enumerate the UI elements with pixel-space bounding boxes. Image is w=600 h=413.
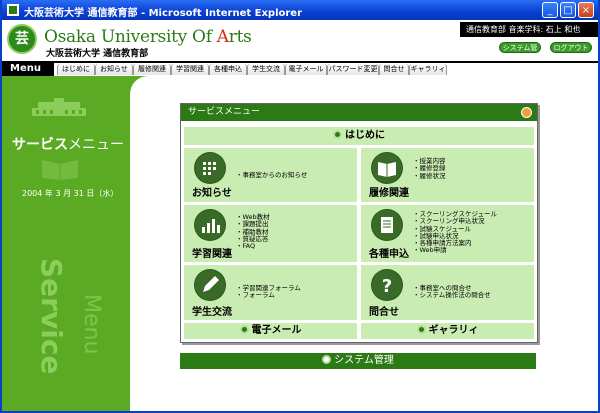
browser-window: 大阪芸術大学 通信教育部 - Microsoft Internet Explor… (0, 0, 600, 413)
book-open-icon (371, 152, 403, 184)
nav-item-contact[interactable]: 問合せ (379, 64, 409, 75)
menu-cell-contact[interactable]: ? 問合せ ・事務室への問合せ ・システム操作法の問合せ (361, 265, 534, 320)
nav-item-password[interactable]: パスワード変更 (327, 64, 379, 75)
minimize-button[interactable]: _ (542, 2, 558, 18)
title-bar[interactable]: 大阪芸術大学 通信教育部 - Microsoft Internet Explor… (2, 0, 598, 20)
bullet-icon (239, 325, 249, 334)
nav-item-news[interactable]: お知らせ (95, 64, 133, 75)
intro-button[interactable]: はじめに (184, 127, 534, 145)
app-icon (7, 4, 19, 16)
university-logo[interactable]: 芸 (7, 24, 37, 54)
chart-icon (194, 209, 226, 241)
current-date: 2004 年 3 月 31 日（水） (22, 189, 119, 198)
nav-item-courses[interactable]: 履修関連 (133, 64, 171, 75)
menu-cell-label: お知らせ (192, 188, 232, 199)
menu-cell-list: ・事務室への問合せ ・システム操作法の問合せ (413, 284, 491, 300)
nav-menu-label: Menu (2, 63, 54, 76)
maximize-button[interactable]: □ (560, 2, 576, 18)
menu-cell-apply[interactable]: 各種申込 ・スクーリングスケジュール ・スクーリング申込状況 ・試験スケジュール… (361, 205, 534, 262)
sidebar-title: サービスメニュー (12, 137, 124, 153)
menu-cell-label: 学生交流 (192, 307, 232, 318)
close-button[interactable]: × (578, 2, 594, 18)
content-corner (130, 76, 598, 96)
window-title: 大阪芸術大学 通信教育部 - Microsoft Internet Explor… (24, 8, 303, 19)
watermark-menu: Menu (79, 294, 104, 355)
menu-cell-news[interactable]: お知らせ ・事務室からのお知らせ (184, 148, 357, 202)
gallery-button[interactable]: ギャラリィ (361, 323, 534, 339)
nav-item-gallery[interactable]: ギャラリィ (409, 64, 447, 75)
nav-item-exchange[interactable]: 学生交流 (247, 64, 285, 75)
svg-text:?: ? (382, 276, 392, 297)
building-icon (32, 98, 86, 116)
menu-cell-list: ・学習関連フォーラム ・フォーラム (236, 284, 301, 300)
menu-cell-label: 各種申込 (369, 249, 409, 260)
question-icon: ? (371, 269, 403, 301)
system-admin-button[interactable]: システム管理 (499, 42, 541, 62)
menu-cell-exchange[interactable]: 学生交流 ・学習関連フォーラム ・フォーラム (184, 265, 357, 320)
menu-cell-list: ・授業内容 ・履修登録 ・履修状況 (413, 157, 446, 180)
menu-cell-label: 問合せ (369, 307, 399, 318)
logout-button[interactable]: ログアウト (550, 42, 592, 53)
menu-cell-list: ・事務室からのお知らせ (236, 171, 308, 179)
nav-item-study[interactable]: 学習関連 (171, 64, 209, 75)
nav-bar: Menu はじめに お知らせ 履修関連 学習関連 各種申込 学生交流 電子メール… (2, 61, 598, 76)
menu-cell-list: ・Web教材 ・課題提出 ・補助教材 ・質疑応答 ・FAQ (236, 213, 270, 251)
bullet-icon (333, 130, 342, 139)
panel-title: サービスメニュー (181, 104, 537, 121)
system-admin-bar[interactable]: システム管理 (180, 353, 536, 369)
menu-cell-list: ・スクーリングスケジュール ・スクーリング申込状況 ・試験スケジュール ・試験申… (413, 210, 498, 255)
university-name-jp: 大阪芸術大学 通信教育部 (46, 49, 149, 59)
university-name-en: Osaka University Of Arts (44, 27, 252, 47)
nav-item-intro[interactable]: はじめに (57, 64, 95, 75)
service-menu-panel: サービスメニュー はじめに お知らせ ・事務室からのお知らせ 履修関連 ・授業内… (180, 103, 538, 343)
email-button[interactable]: 電子メール (184, 323, 357, 339)
pen-icon (194, 269, 226, 301)
user-info: 通信教育部 音楽学科: 石上 和也 (460, 22, 598, 37)
menu-cell-label: 学習関連 (192, 249, 232, 260)
nav-item-email[interactable]: 電子メール (285, 64, 327, 75)
book-icon (42, 160, 78, 180)
document-icon (371, 209, 403, 241)
watermark-service: Service (35, 258, 68, 375)
bullet-icon (322, 355, 332, 364)
bullet-icon (416, 325, 426, 334)
sidebar: サービスメニュー 2004 年 3 月 31 日（水） Service Menu (2, 76, 130, 411)
nav-item-apply[interactable]: 各種申込 (209, 64, 247, 75)
site-header: 芸 Osaka University Of Arts 大阪芸術大学 通信教育部 … (2, 20, 598, 62)
menu-cell-study[interactable]: 学習関連 ・Web教材 ・課題提出 ・補助教材 ・質疑応答 ・FAQ (184, 205, 357, 262)
news-icon (194, 152, 226, 184)
menu-cell-courses[interactable]: 履修関連 ・授業内容 ・履修登録 ・履修状況 (361, 148, 534, 202)
help-icon[interactable] (521, 107, 532, 118)
menu-cell-label: 履修関連 (369, 188, 409, 199)
